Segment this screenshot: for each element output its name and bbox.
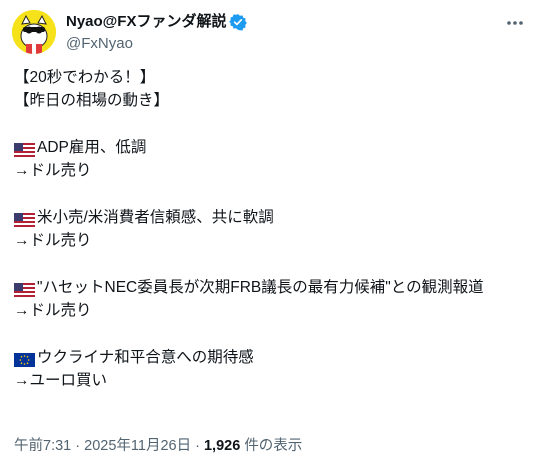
verified-badge-icon xyxy=(229,13,248,31)
display-name[interactable]: Nyao@FXファンダ解説 xyxy=(66,12,226,32)
news-item: ウクライナ和平合意への期待感 xyxy=(14,346,526,369)
us-flag-icon xyxy=(14,281,35,297)
tweet-header: Nyao@FXファンダ解説 @FxNyao xyxy=(12,10,526,54)
tweet-time[interactable]: 午前7:31 xyxy=(14,438,71,454)
tweet-text: 【20秒でわかる！】 【昨日の相場の動き】 ADP雇用、低調 →ドル売り 米小売… xyxy=(14,66,526,392)
tweet-date[interactable]: 2025年11月26日 xyxy=(84,438,191,454)
meta-separator: · xyxy=(195,438,200,454)
news-item-text: ADP雇用、低調 xyxy=(37,139,147,156)
news-item-result: →ドル売り xyxy=(14,302,92,319)
us-flag-icon xyxy=(14,141,35,157)
news-item: "ハセットNEC委員長が次期FRB議長の最有力候補"との観測報道 xyxy=(14,276,526,299)
news-item-text: ウクライナ和平合意への期待感 xyxy=(37,349,254,366)
tweet-meta: 午前7:31 · 2025年11月26日 · 1,926 件の表示 xyxy=(14,434,302,455)
news-item: ADP雇用、低調 xyxy=(14,136,526,159)
news-item-result: →ユーロ買い xyxy=(14,372,108,389)
news-item-text: 米小売/米消費者信頼感、共に軟調 xyxy=(37,209,274,226)
news-item-result: →ドル売り xyxy=(14,162,92,179)
views-label: 件の表示 xyxy=(244,438,303,454)
views-count: 1,926 xyxy=(203,438,241,454)
news-item: 米小売/米消費者信頼感、共に軟調 xyxy=(14,206,526,229)
news-item-result: →ドル売り xyxy=(14,232,92,249)
meta-separator: · xyxy=(75,438,81,454)
author-handle[interactable]: @FxNyao xyxy=(66,34,133,54)
us-flag-icon xyxy=(14,211,35,227)
tweet-title-line: 【20秒でわかる！】 xyxy=(14,69,156,86)
news-item-text: "ハセットNEC委員長が次期FRB議長の最有力候補"との観測報道 xyxy=(37,279,484,296)
tweet-title-line: 【昨日の相場の動き】 xyxy=(14,92,170,109)
avatar[interactable] xyxy=(12,10,56,54)
author-name-row: Nyao@FXファンダ解説 xyxy=(66,12,248,32)
eu-flag-icon xyxy=(14,351,35,367)
more-options-icon[interactable] xyxy=(504,14,526,32)
